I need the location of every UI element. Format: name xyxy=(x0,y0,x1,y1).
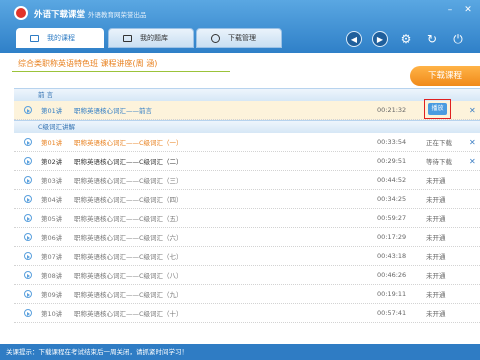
download-course-button[interactable]: 下载课程 xyxy=(410,66,480,86)
lesson-row[interactable]: 第09讲 职称英语核心词汇——C级词汇（九） 00:19:11 未开通 xyxy=(14,285,480,304)
app-title: 外语下载课堂 xyxy=(34,10,86,20)
lesson-duration: 00:46:26 xyxy=(377,271,407,279)
lesson-number: 第06讲 xyxy=(41,234,63,242)
lesson-status: 未开通 xyxy=(426,215,446,223)
book-icon xyxy=(123,34,132,42)
play-icon[interactable] xyxy=(24,176,32,184)
forward-icon[interactable]: ▶ xyxy=(372,31,388,47)
lesson-status: 等待下载 xyxy=(426,158,452,166)
lesson-number: 第05讲 xyxy=(41,215,63,223)
play-button-highlight: 播放 xyxy=(424,99,451,119)
toolbar: ◀ ▶ ⚙ ↻ ⏻ xyxy=(346,31,466,47)
delete-icon[interactable]: ✕ xyxy=(469,106,476,115)
lesson-status: 未开通 xyxy=(426,253,446,261)
lesson-number: 第01讲 xyxy=(41,107,63,115)
download-icon xyxy=(211,33,220,43)
play-icon[interactable] xyxy=(24,233,32,241)
power-icon[interactable]: ⏻ xyxy=(450,31,466,47)
lesson-title: 职称英语核心词汇——C级词汇（八） xyxy=(74,272,183,280)
play-icon[interactable] xyxy=(24,290,32,298)
lesson-row[interactable]: 第06讲 职称英语核心词汇——C级词汇（六） 00:17:29 未开通 xyxy=(14,228,480,247)
gear-icon[interactable]: ⚙ xyxy=(398,31,414,47)
lesson-row[interactable]: 第10讲 职称英语核心词汇——C级词汇（十） 00:57:41 未开通 xyxy=(14,304,480,323)
lesson-status: 正在下载 xyxy=(426,139,452,147)
play-icon[interactable] xyxy=(24,138,32,146)
lesson-title: 职称英语核心词汇——C级词汇（十） xyxy=(74,310,183,318)
divider xyxy=(12,71,230,72)
play-icon[interactable] xyxy=(24,309,32,317)
play-icon[interactable] xyxy=(24,214,32,222)
lesson-row[interactable]: 第02讲 职称英语核心词汇——C级词汇（二） 00:29:51 等待下载 ✕ xyxy=(14,152,480,171)
lesson-duration: 00:19:11 xyxy=(377,290,407,298)
lesson-row[interactable]: 第07讲 职称英语核心词汇——C级词汇（七） 00:43:18 未开通 xyxy=(14,247,480,266)
lesson-list: 前 言 第01讲 职称英语核心词汇——前言 00:21:32 播放 ✕ C级词汇… xyxy=(14,88,480,323)
delete-icon[interactable]: ✕ xyxy=(469,138,476,147)
app-logo xyxy=(14,6,28,20)
play-button[interactable]: 播放 xyxy=(428,103,447,115)
delete-icon[interactable]: ✕ xyxy=(469,157,476,166)
lesson-number: 第01讲 xyxy=(41,139,63,147)
tab-label: 我的题库 xyxy=(140,34,168,42)
lesson-title: 职称英语核心词汇——C级词汇（四） xyxy=(74,196,183,204)
lesson-number: 第03讲 xyxy=(41,177,63,185)
play-icon[interactable] xyxy=(24,271,32,279)
lesson-status: 未开通 xyxy=(426,196,446,204)
tab-my-courses[interactable]: 我的课程 xyxy=(16,28,104,48)
lesson-number: 第04讲 xyxy=(41,196,63,204)
lesson-duration: 00:21:32 xyxy=(377,106,407,114)
play-icon[interactable] xyxy=(24,106,32,114)
play-icon[interactable] xyxy=(24,195,32,203)
lesson-title: 职称英语核心词汇——前言 xyxy=(74,107,152,115)
lesson-title: 职称英语核心词汇——C级词汇（七） xyxy=(74,253,183,261)
lesson-number: 第07讲 xyxy=(41,253,63,261)
tab-my-questions[interactable]: 我的题库 xyxy=(108,28,194,48)
lesson-duration: 00:33:54 xyxy=(377,138,407,146)
lesson-status: 未开通 xyxy=(426,272,446,280)
lesson-number: 第09讲 xyxy=(41,291,63,299)
lesson-row[interactable]: 第04讲 职称英语核心词汇——C级词汇（四） 00:34:25 未开通 xyxy=(14,190,480,209)
course-title: 综合类职称英语特色班 课程讲座(周 涵) xyxy=(18,59,158,68)
footer-notice: 关课提示：下载课程在考试结束后一周关闭，请抓紧时间学习！ xyxy=(0,344,480,360)
lesson-title: 职称英语核心词汇——C级词汇（三） xyxy=(74,177,183,185)
lesson-duration: 00:44:52 xyxy=(377,176,407,184)
back-icon[interactable]: ◀ xyxy=(346,31,362,47)
minimize-icon[interactable]: – xyxy=(444,5,456,15)
lesson-duration: 00:34:25 xyxy=(377,195,407,203)
lesson-status: 未开通 xyxy=(426,234,446,242)
lesson-number: 第02讲 xyxy=(41,158,63,166)
lesson-title: 职称英语核心词汇——C级词汇（九） xyxy=(74,291,183,299)
lesson-duration: 00:17:29 xyxy=(377,233,407,241)
play-icon[interactable] xyxy=(24,252,32,260)
lesson-duration: 00:57:41 xyxy=(377,309,407,317)
monitor-icon xyxy=(30,34,39,42)
lesson-duration: 00:43:18 xyxy=(377,252,407,260)
lesson-title: 职称英语核心词汇——C级词汇（二） xyxy=(74,158,183,166)
lesson-number: 第08讲 xyxy=(41,272,63,280)
lesson-title: 职称英语核心词汇——C级词汇（六） xyxy=(74,234,183,242)
section-header: C级词汇讲解 xyxy=(14,120,480,133)
lesson-title: 职称英语核心词汇——C级词汇（五） xyxy=(74,215,183,223)
lesson-number: 第10讲 xyxy=(41,310,63,318)
app-subtitle: 外语教育网荣誉出品 xyxy=(88,11,147,19)
tab-download-manager[interactable]: 下载管理 xyxy=(196,28,282,48)
lesson-row[interactable]: 第05讲 职称英语核心词汇——C级词汇（五） 00:59:27 未开通 xyxy=(14,209,480,228)
lesson-status: 未开通 xyxy=(426,291,446,299)
lesson-row[interactable]: 第08讲 职称英语核心词汇——C级词汇（八） 00:46:26 未开通 xyxy=(14,266,480,285)
play-icon[interactable] xyxy=(24,157,32,165)
lesson-status: 未开通 xyxy=(426,177,446,185)
lesson-title: 职称英语核心词汇——C级词汇（一） xyxy=(74,139,183,147)
tab-label: 我的课程 xyxy=(47,34,75,42)
lesson-row[interactable]: 第01讲 职称英语核心词汇——前言 00:21:32 播放 ✕ xyxy=(14,99,480,120)
lesson-row[interactable]: 第03讲 职称英语核心词汇——C级词汇（三） 00:44:52 未开通 xyxy=(14,171,480,190)
lesson-duration: 00:29:51 xyxy=(377,157,407,165)
refresh-icon[interactable]: ↻ xyxy=(424,31,440,47)
window-controls: – ✕ xyxy=(444,5,474,15)
tab-label: 下载管理 xyxy=(228,34,256,42)
section-header: 前 言 xyxy=(14,88,480,101)
lesson-row[interactable]: 第01讲 职称英语核心词汇——C级词汇（一） 00:33:54 正在下载 ✕ xyxy=(14,133,480,152)
close-icon[interactable]: ✕ xyxy=(462,5,474,15)
lesson-duration: 00:59:27 xyxy=(377,214,407,222)
lesson-status: 未开通 xyxy=(426,310,446,318)
